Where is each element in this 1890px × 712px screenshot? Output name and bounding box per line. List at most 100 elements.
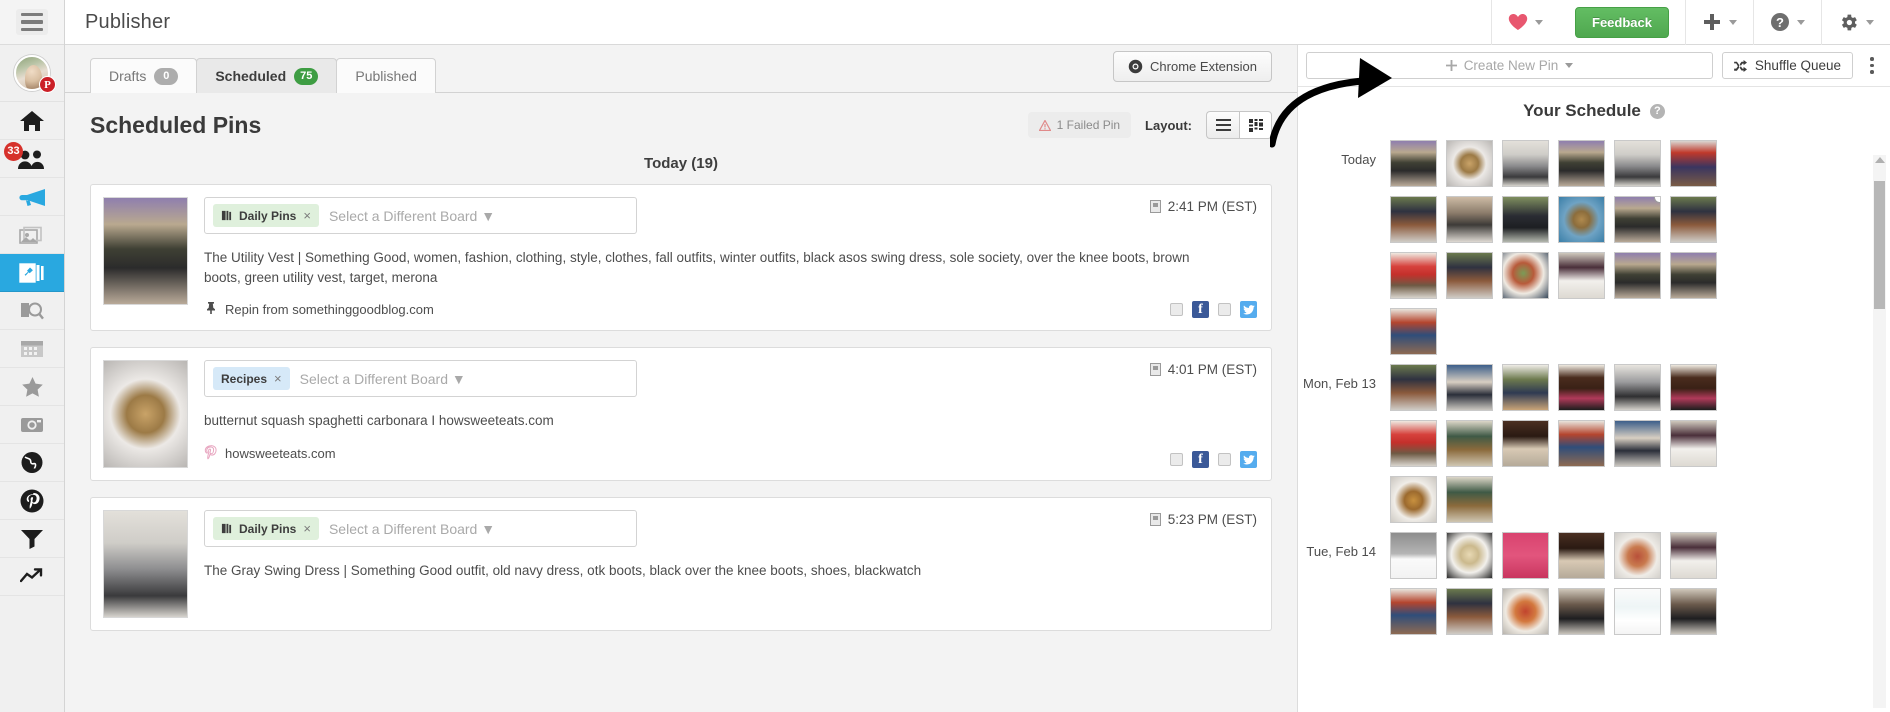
- schedule-thumbnail[interactable]: [1558, 196, 1605, 243]
- twitter-icon[interactable]: [1240, 301, 1257, 319]
- scrollbar-thumb[interactable]: [1874, 181, 1885, 309]
- board-select[interactable]: Daily Pins × Select a Different Board ▼: [204, 197, 637, 234]
- remove-board-icon[interactable]: ×: [274, 371, 282, 386]
- pin-description[interactable]: The Utility Vest | Something Good, women…: [204, 248, 1259, 287]
- schedule-thumbnail[interactable]: [1670, 420, 1717, 467]
- twitter-icon[interactable]: [1240, 451, 1257, 469]
- schedule-thumbnail[interactable]: [1502, 364, 1549, 411]
- board-select[interactable]: Recipes × Select a Different Board ▼: [204, 360, 637, 398]
- schedule-thumbnail[interactable]: [1390, 308, 1437, 355]
- layout-grid-button[interactable]: [1239, 111, 1272, 139]
- pin-thumbnail[interactable]: [103, 510, 188, 619]
- board-select[interactable]: Daily Pins × Select a Different Board ▼: [204, 510, 637, 548]
- schedule-thumbnail[interactable]: [1558, 532, 1605, 579]
- more-vertical-icon[interactable]: [1862, 57, 1882, 74]
- schedule-thumbnail[interactable]: [1390, 532, 1437, 579]
- schedule-thumbnail[interactable]: [1390, 140, 1437, 187]
- schedule-thumbnail[interactable]: [1614, 364, 1661, 411]
- schedule-thumbnail[interactable]: [1558, 252, 1605, 299]
- sidebar-item-web[interactable]: [0, 444, 64, 482]
- avatar[interactable]: P: [0, 45, 64, 102]
- schedule-thumbnail[interactable]: [1390, 252, 1437, 299]
- pin-thumbnail[interactable]: [103, 197, 188, 305]
- facebook-icon[interactable]: f: [1192, 451, 1209, 469]
- schedule-thumbnail[interactable]: [1446, 364, 1493, 411]
- layout-list-button[interactable]: [1206, 111, 1239, 139]
- schedule-thumbnail[interactable]: [1502, 140, 1549, 187]
- sidebar-item-announcements[interactable]: [0, 178, 64, 216]
- schedule-thumbnail[interactable]: [1670, 588, 1717, 635]
- schedule-thumbnail[interactable]: [1390, 196, 1437, 243]
- schedule-thumbnail[interactable]: [1502, 196, 1549, 243]
- board-chip[interactable]: Recipes ×: [213, 367, 290, 391]
- schedule-thumbnail[interactable]: [1670, 196, 1717, 243]
- help-menu-button[interactable]: ?: [1753, 0, 1821, 45]
- schedule-thumbnail[interactable]: [1558, 140, 1605, 187]
- failed-pin-badge[interactable]: 1 Failed Pin: [1027, 112, 1132, 138]
- board-placeholder[interactable]: Select a Different Board ▼: [329, 521, 495, 537]
- sidebar-item-calendar[interactable]: [0, 330, 64, 368]
- schedule-thumbnail[interactable]: [1614, 196, 1661, 243]
- board-placeholder[interactable]: Select a Different Board ▼: [329, 208, 495, 224]
- schedule-thumbnail[interactable]: [1446, 252, 1493, 299]
- schedule-thumbnail[interactable]: [1670, 252, 1717, 299]
- chrome-extension-button[interactable]: Chrome Extension: [1113, 51, 1272, 82]
- sidebar-item-home[interactable]: [0, 102, 64, 140]
- add-menu-button[interactable]: [1685, 0, 1753, 45]
- sidebar-item-analytics[interactable]: [0, 558, 64, 596]
- facebook-icon[interactable]: f: [1192, 301, 1209, 319]
- schedule-thumbnail[interactable]: [1446, 476, 1493, 523]
- schedule-thumbnail[interactable]: [1446, 196, 1493, 243]
- schedule-thumbnail[interactable]: [1446, 420, 1493, 467]
- sidebar-item-instagram[interactable]: [0, 406, 64, 444]
- pin-description[interactable]: butternut squash spaghetti carbonara I h…: [204, 411, 1259, 431]
- pin-description[interactable]: The Gray Swing Dress | Something Good ou…: [204, 561, 1259, 581]
- schedule-thumbnail[interactable]: [1502, 588, 1549, 635]
- schedule-thumbnail[interactable]: [1670, 140, 1717, 187]
- twitter-share-checkbox[interactable]: [1218, 303, 1231, 317]
- remove-board-icon[interactable]: ×: [303, 208, 311, 223]
- board-chip[interactable]: Daily Pins ×: [213, 204, 319, 227]
- feedback-button[interactable]: Feedback: [1575, 6, 1669, 38]
- sidebar-item-favorites[interactable]: [0, 368, 64, 406]
- hamburger-menu-button[interactable]: [0, 0, 64, 45]
- sidebar-item-publisher[interactable]: [0, 254, 64, 292]
- sidebar-item-content-search[interactable]: [0, 292, 64, 330]
- create-new-pin-button[interactable]: Create New Pin: [1306, 52, 1713, 79]
- schedule-thumbnail[interactable]: [1446, 588, 1493, 635]
- settings-menu-button[interactable]: [1821, 0, 1890, 45]
- schedule-thumbnail[interactable]: [1502, 532, 1549, 579]
- schedule-thumbnail[interactable]: [1502, 252, 1549, 299]
- favorites-menu-button[interactable]: [1491, 0, 1559, 45]
- sidebar-item-filter[interactable]: [0, 520, 64, 558]
- board-placeholder[interactable]: Select a Different Board ▼: [300, 371, 466, 387]
- schedule-thumbnail[interactable]: [1670, 364, 1717, 411]
- shuffle-queue-button[interactable]: Shuffle Queue: [1721, 52, 1853, 79]
- schedule-thumbnail[interactable]: [1558, 420, 1605, 467]
- schedule-thumbnail[interactable]: [1446, 140, 1493, 187]
- schedule-thumbnail[interactable]: [1390, 364, 1437, 411]
- pin-thumbnail[interactable]: [103, 360, 188, 469]
- schedule-thumbnail[interactable]: [1390, 476, 1437, 523]
- question-mark-icon[interactable]: ?: [1649, 103, 1665, 119]
- scroll-up-arrow-icon[interactable]: [1875, 157, 1885, 163]
- tab-drafts[interactable]: Drafts 0: [90, 58, 198, 93]
- schedule-thumbnail[interactable]: [1502, 420, 1549, 467]
- schedule-thumbnail[interactable]: [1614, 532, 1661, 579]
- schedule-thumbnail[interactable]: [1446, 532, 1493, 579]
- schedule-thumbnail[interactable]: [1614, 140, 1661, 187]
- sidebar-item-pinterest[interactable]: [0, 482, 64, 520]
- facebook-share-checkbox[interactable]: [1170, 303, 1183, 317]
- schedule-thumbnail[interactable]: [1390, 588, 1437, 635]
- schedule-thumbnail[interactable]: [1390, 420, 1437, 467]
- board-chip[interactable]: Daily Pins ×: [213, 517, 319, 541]
- sidebar-item-image-library[interactable]: [0, 216, 64, 254]
- remove-board-icon[interactable]: ×: [303, 521, 311, 536]
- twitter-share-checkbox[interactable]: [1218, 453, 1231, 467]
- tab-scheduled[interactable]: Scheduled 75: [196, 58, 338, 93]
- schedule-thumbnail[interactable]: [1614, 252, 1661, 299]
- schedule-thumbnail[interactable]: [1558, 364, 1605, 411]
- facebook-share-checkbox[interactable]: [1170, 453, 1183, 467]
- sidebar-item-community[interactable]: 33: [0, 140, 64, 178]
- schedule-thumbnail[interactable]: [1614, 420, 1661, 467]
